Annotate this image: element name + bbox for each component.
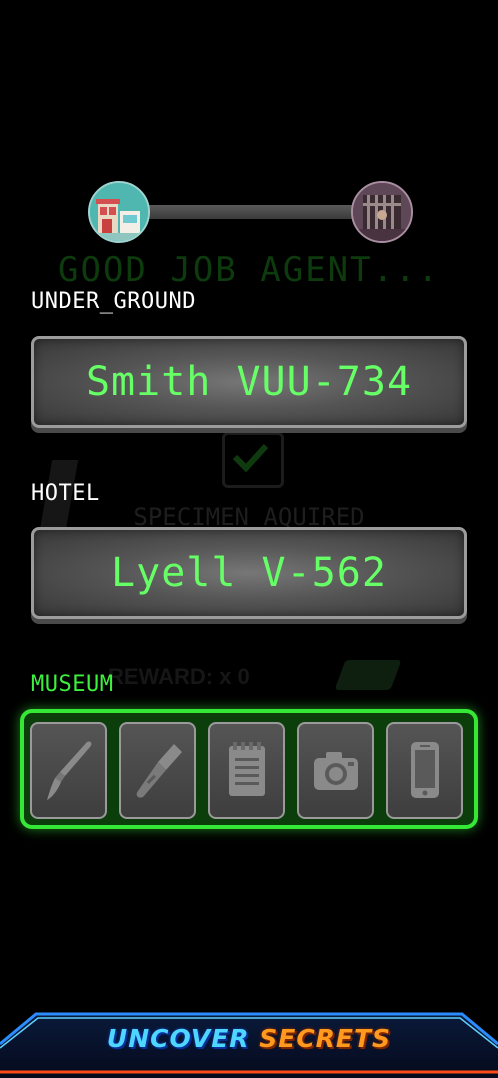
check-icon xyxy=(222,432,284,488)
code-field-underground[interactable]: Smith VUU-734 xyxy=(31,336,467,428)
tool-tray xyxy=(20,709,478,829)
tool-slot-camera[interactable] xyxy=(297,722,374,819)
level-progress-bar xyxy=(120,205,382,219)
cash-icon xyxy=(334,660,402,690)
phone-icon xyxy=(410,741,439,798)
tool-slot-phone[interactable] xyxy=(386,722,463,819)
uncover-secrets-title: UNCOVER SECRETS xyxy=(0,1024,498,1053)
jail-cell-icon xyxy=(351,181,413,243)
tool-slot-notepad[interactable] xyxy=(208,722,285,819)
location-label-hotel: HOTEL xyxy=(31,481,100,506)
tool-slot-scalpel[interactable] xyxy=(119,722,196,819)
shop-storefront-icon xyxy=(88,181,150,243)
scalpel-icon xyxy=(136,743,182,798)
good-job-heading: GOOD JOB AGENT... xyxy=(58,250,440,290)
code-field-hotel[interactable]: Lyell V-562 xyxy=(31,527,467,619)
notepad-icon xyxy=(228,741,265,796)
location-label-museum: MUSEUM xyxy=(31,672,114,697)
paintbrush-icon xyxy=(46,740,91,800)
tool-slot-paintbrush[interactable] xyxy=(30,722,107,819)
camera-icon xyxy=(313,751,358,790)
location-label-underground: UNDER_GROUND xyxy=(31,289,196,314)
banner-word-uncover: UNCOVER xyxy=(106,1024,250,1053)
reward-text: REWARD: x 0 xyxy=(108,664,250,689)
banner-word-secrets: SECRETS xyxy=(259,1024,392,1053)
